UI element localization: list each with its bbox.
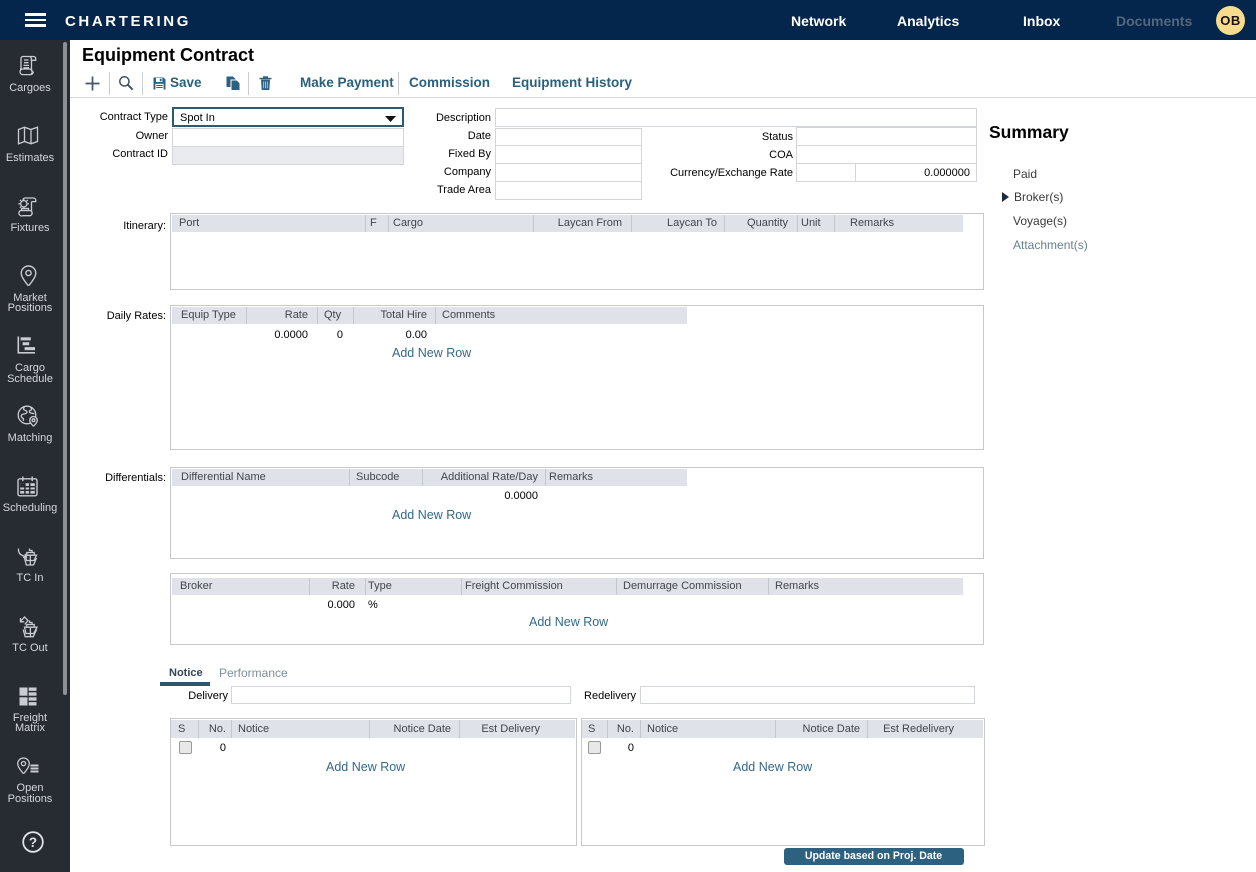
svg-text:?: ? — [29, 835, 37, 850]
